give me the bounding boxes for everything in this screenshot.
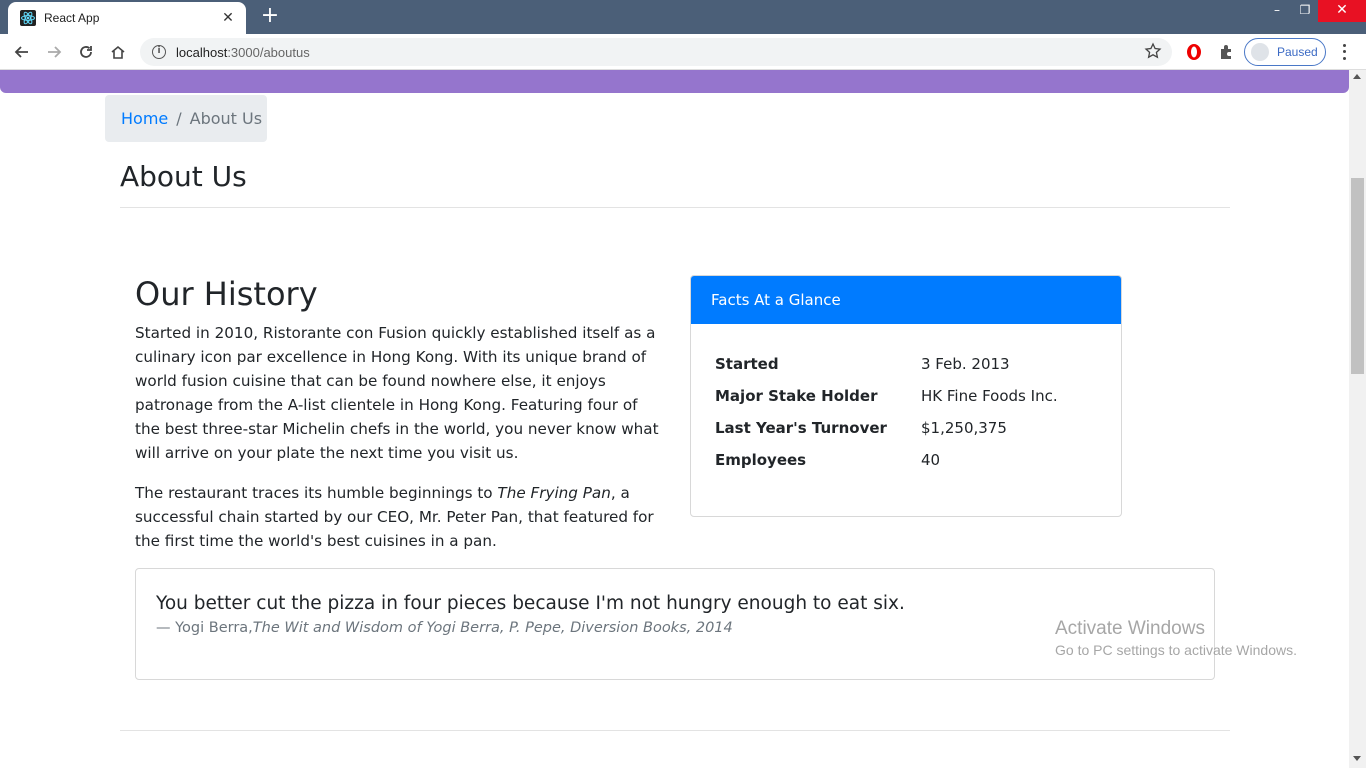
- fact-label: Last Year's Turnover: [715, 419, 887, 437]
- scroll-up-icon[interactable]: [1353, 74, 1361, 79]
- tab-close-icon[interactable]: ✕: [220, 10, 236, 26]
- fact-value: $1,250,375: [921, 419, 1007, 437]
- fact-value: 40: [921, 451, 941, 469]
- fact-value: 3 Feb. 2013: [921, 355, 1010, 373]
- profile-status-label: Paused: [1277, 45, 1318, 59]
- browser-menu-icon[interactable]: [1336, 42, 1352, 62]
- maximize-button[interactable]: ❐: [1290, 0, 1320, 22]
- fact-row: Last Year's Turnover $1,250,375: [715, 412, 1097, 444]
- window-close-button[interactable]: ✕: [1318, 0, 1366, 22]
- page-scrollbar[interactable]: [1349, 70, 1366, 768]
- url-text: localhost:3000/aboutus: [176, 44, 310, 60]
- home-icon[interactable]: [106, 40, 130, 64]
- extensions-puzzle-icon[interactable]: [1214, 40, 1238, 64]
- forward-icon[interactable]: [42, 40, 66, 64]
- browser-toolbar: i localhost:3000/aboutus Paused: [0, 34, 1366, 70]
- minimize-button[interactable]: –: [1262, 0, 1292, 22]
- fact-row: Employees 40: [715, 444, 1097, 476]
- react-logo-icon: [20, 10, 36, 26]
- breadcrumb: Home / About Us: [105, 95, 267, 142]
- site-navbar: [0, 70, 1349, 93]
- back-icon[interactable]: [10, 40, 34, 64]
- avatar: [1251, 43, 1269, 61]
- watermark-line-2: Go to PC settings to activate Windows.: [1055, 642, 1297, 658]
- fact-row: Major Stake Holder HK Fine Foods Inc.: [715, 380, 1097, 412]
- fact-label: Started: [715, 355, 779, 373]
- profile-paused-button[interactable]: Paused: [1244, 38, 1326, 66]
- quote-citation: — Yogi Berra,The Wit and Wisdom of Yogi …: [156, 620, 733, 636]
- fact-value: HK Fine Foods Inc.: [921, 387, 1058, 405]
- reload-icon[interactable]: [74, 40, 98, 64]
- quote-source: The Wit and Wisdom of Yogi Berra, P. Pep…: [252, 620, 733, 636]
- breadcrumb-current: About Us: [189, 109, 263, 128]
- fact-label: Employees: [715, 451, 807, 469]
- site-info-icon[interactable]: i: [152, 45, 166, 59]
- history-paragraph-1: Started in 2010, Ristorante con Fusion q…: [135, 324, 659, 462]
- page-viewport: Home / About Us About Us Our History Sta…: [0, 70, 1349, 768]
- divider: [120, 207, 1230, 208]
- facts-card: Facts At a Glance Started 3 Feb. 2013 Ma…: [690, 275, 1122, 517]
- frying-pan-emphasis: The Frying Pan: [497, 484, 611, 502]
- page-title: About Us: [120, 160, 247, 193]
- watermark-line-1: Activate Windows: [1055, 618, 1205, 639]
- address-bar[interactable]: i localhost:3000/aboutus: [140, 38, 1172, 66]
- scroll-down-icon[interactable]: [1353, 756, 1361, 761]
- activate-windows-watermark: Activate Windows Go to PC settings to ac…: [1055, 618, 1297, 658]
- tab-title: React App: [44, 11, 100, 25]
- divider: [120, 730, 1230, 731]
- browser-tab[interactable]: React App ✕: [8, 2, 246, 34]
- scroll-thumb[interactable]: [1351, 178, 1364, 374]
- quote-card: You better cut the pizza in four pieces …: [135, 568, 1215, 680]
- fact-label: Major Stake Holder: [715, 387, 878, 405]
- facts-card-header: Facts At a Glance: [691, 276, 1121, 324]
- history-paragraph-2: The restaurant traces its humble beginni…: [135, 484, 654, 550]
- quote-text: You better cut the pizza in four pieces …: [156, 593, 905, 614]
- breadcrumb-separator: /: [176, 109, 182, 128]
- new-tab-button[interactable]: +: [258, 5, 282, 29]
- bookmark-star-icon[interactable]: [1144, 42, 1162, 60]
- opera-extension-icon[interactable]: [1182, 40, 1206, 64]
- breadcrumb-home-link[interactable]: Home: [121, 109, 168, 128]
- history-heading: Our History: [135, 275, 318, 313]
- fact-row: Started 3 Feb. 2013: [715, 348, 1097, 380]
- browser-tab-strip: React App ✕ + – ❐ ✕: [0, 0, 1366, 34]
- facts-list: Started 3 Feb. 2013 Major Stake Holder H…: [691, 324, 1121, 476]
